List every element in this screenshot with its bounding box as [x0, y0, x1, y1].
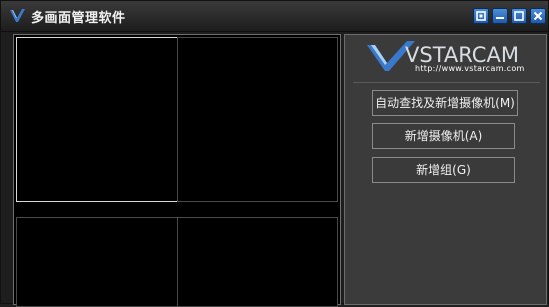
close-icon	[533, 11, 543, 21]
video-grid	[13, 34, 341, 307]
add-camera-button[interactable]: 新增摄像机(A)	[372, 123, 515, 149]
add-group-button[interactable]: 新增组(G)	[372, 157, 515, 183]
video-cell-2[interactable]	[177, 37, 338, 202]
video-cell-4[interactable]	[177, 217, 338, 307]
window-title: 多画面管理软件	[31, 11, 126, 26]
vstarcam-logo-icon	[9, 7, 27, 25]
brand-url: http://www.vstarcam.com	[415, 64, 525, 73]
maximize-button[interactable]	[511, 8, 527, 24]
video-cell-1[interactable]	[16, 37, 178, 202]
video-cell-3[interactable]	[16, 217, 178, 307]
restore-button[interactable]	[473, 8, 489, 24]
minimize-button[interactable]	[492, 8, 508, 24]
control-panel: VSTARCAM http://www.vstarcam.com 自动查找及新增…	[344, 34, 547, 305]
close-button[interactable]	[530, 8, 546, 24]
title-bar[interactable]: 多画面管理软件	[1, 1, 548, 32]
app-window: 多画面管理软件 VSTARCAM http://www.vstarcam.com…	[0, 0, 549, 307]
maximize-icon	[514, 11, 524, 21]
brand-logo: VSTARCAM http://www.vstarcam.com	[351, 39, 541, 79]
auto-search-add-camera-button[interactable]: 自动查找及新增摄像机(M)	[372, 90, 518, 116]
minimize-icon	[496, 17, 504, 19]
logo-divider	[353, 82, 540, 83]
restore-icon	[476, 11, 486, 21]
